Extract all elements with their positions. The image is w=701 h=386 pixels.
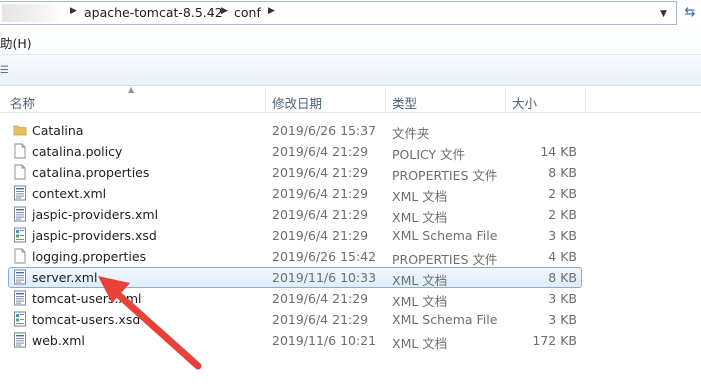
- column-name[interactable]: 名称: [10, 93, 35, 112]
- file-date: 2019/6/4 21:29: [272, 312, 369, 327]
- file-size: 3 KB: [548, 291, 577, 306]
- xml-file-icon: [13, 269, 27, 285]
- file-size: 3 KB: [548, 312, 577, 327]
- document-icon: [13, 248, 27, 264]
- file-name[interactable]: Catalina: [32, 123, 83, 138]
- file-name[interactable]: context.xml: [32, 186, 106, 201]
- organize-menu-icon[interactable]: ☰: [0, 65, 9, 76]
- file-date: 2019/6/4 21:29: [272, 165, 369, 180]
- xsd-file-icon: [13, 311, 27, 327]
- file-date: 2019/11/6 10:21: [272, 333, 377, 348]
- file-name[interactable]: logging.properties: [32, 249, 146, 264]
- table-row[interactable]: catalina.properties 2019/6/4 21:29 PROPERT…: [0, 162, 701, 183]
- address-bar-row: ▶ apache-tomcat-8.5.42 ▶ conf ▶ ▼ ⇆: [0, 0, 701, 27]
- file-date: 2019/6/26 15:42: [272, 249, 377, 264]
- column-divider[interactable]: [385, 88, 386, 112]
- file-type: XML 文档: [392, 273, 448, 288]
- file-size: 2 KB: [548, 186, 577, 201]
- file-name[interactable]: server.xml: [32, 270, 97, 285]
- table-row[interactable]: logging.properties 2019/6/26 15:42 PROPERT…: [0, 246, 701, 267]
- file-date: 2019/6/4 21:29: [272, 144, 369, 159]
- file-type: PROPERTIES 文件: [392, 168, 498, 183]
- file-date: 2019/11/6 10:33: [272, 270, 377, 285]
- file-type: XML 文档: [392, 210, 448, 225]
- file-size: 4 KB: [548, 249, 577, 264]
- file-type: POLICY 文件: [392, 147, 466, 162]
- file-size: 2 KB: [548, 207, 577, 222]
- breadcrumb-apache-tomcat[interactable]: apache-tomcat-8.5.42: [84, 5, 223, 20]
- file-type: 文件夹: [392, 126, 430, 141]
- file-date: 2019/6/4 21:29: [272, 186, 369, 201]
- table-row[interactable]: Catalina 2019/6/26 15:37 文件夹: [0, 120, 701, 141]
- file-type: XML Schema File: [392, 312, 498, 327]
- menu-bar: 助(H): [0, 26, 701, 55]
- document-icon: [13, 143, 27, 159]
- file-date: 2019/6/26 15:37: [272, 123, 377, 138]
- column-type[interactable]: 类型: [392, 93, 417, 112]
- file-name[interactable]: tomcat-users.xsd: [32, 312, 140, 327]
- file-size: 14 KB: [540, 144, 577, 159]
- xml-file-icon: [13, 290, 27, 306]
- blurred-path-segment: [2, 4, 64, 22]
- file-date: 2019/6/4 21:29: [272, 207, 369, 222]
- folder-icon: [13, 122, 27, 138]
- column-date[interactable]: 修改日期: [272, 93, 322, 112]
- file-name[interactable]: jaspic-providers.xml: [32, 207, 158, 222]
- table-row[interactable]: jaspic-providers.xml 2019/6/4 21:29 XML 文档…: [0, 204, 701, 225]
- file-size: 172 KB: [532, 333, 577, 348]
- breadcrumb-chevron-icon[interactable]: ▶: [221, 6, 228, 16]
- file-type: XML Schema File: [392, 228, 498, 243]
- table-row[interactable]: jaspic-providers.xsd 2019/6/4 21:29 XML Sc…: [0, 225, 701, 246]
- file-name[interactable]: tomcat-users.xml: [32, 291, 141, 306]
- file-type: XML 文档: [392, 294, 448, 309]
- file-type: PROPERTIES 文件: [392, 252, 498, 267]
- refresh-icon[interactable]: ⇆: [680, 4, 700, 22]
- table-row[interactable]: tomcat-users.xml 2019/6/4 21:29 XML 文档 3 KB: [0, 288, 701, 309]
- document-icon: [13, 164, 27, 180]
- table-row-selected[interactable]: server.xml 2019/11/6 10:33 XML 文档 8 KB: [0, 267, 701, 288]
- breadcrumb-chevron-icon[interactable]: ▶: [268, 6, 275, 16]
- file-type: XML 文档: [392, 336, 448, 351]
- file-name[interactable]: catalina.policy: [32, 144, 122, 159]
- sort-ascending-icon: ▲: [128, 85, 135, 94]
- file-date: 2019/6/4 21:29: [272, 291, 369, 306]
- toolbar: ☰: [0, 55, 701, 86]
- address-bar[interactable]: ▶ apache-tomcat-8.5.42 ▶ conf ▶ ▼: [0, 1, 677, 25]
- table-row[interactable]: web.xml 2019/11/6 10:21 XML 文档 172 KB: [0, 330, 701, 351]
- file-name[interactable]: jaspic-providers.xsd: [32, 228, 157, 243]
- table-row[interactable]: tomcat-users.xsd 2019/6/4 21:29 XML Schema…: [0, 309, 701, 330]
- menu-help[interactable]: 助(H): [0, 33, 32, 52]
- file-date: 2019/6/4 21:29: [272, 228, 369, 243]
- file-name[interactable]: web.xml: [32, 333, 85, 348]
- breadcrumb-chevron-icon[interactable]: ▶: [70, 6, 77, 16]
- breadcrumb-conf[interactable]: conf: [234, 5, 261, 20]
- xsd-file-icon: [13, 227, 27, 243]
- file-size: 3 KB: [548, 228, 577, 243]
- xml-file-icon: [13, 185, 27, 201]
- column-size[interactable]: 大小: [512, 93, 537, 112]
- file-type: XML 文档: [392, 189, 448, 204]
- file-size: 8 KB: [548, 270, 577, 285]
- column-divider[interactable]: [265, 88, 266, 112]
- column-divider[interactable]: [505, 88, 506, 112]
- column-header: ▲ 名称 修改日期 类型 大小: [0, 85, 701, 113]
- column-divider[interactable]: [585, 88, 586, 112]
- table-row[interactable]: context.xml 2019/6/4 21:29 XML 文档 2 KB: [0, 183, 701, 204]
- xml-file-icon: [13, 332, 27, 348]
- xml-file-icon: [13, 206, 27, 222]
- file-size: 8 KB: [548, 165, 577, 180]
- file-name[interactable]: catalina.properties: [32, 165, 149, 180]
- table-row[interactable]: catalina.policy 2019/6/4 21:29 POLICY 文件 14…: [0, 141, 701, 162]
- address-dropdown-icon[interactable]: ▼: [660, 9, 667, 19]
